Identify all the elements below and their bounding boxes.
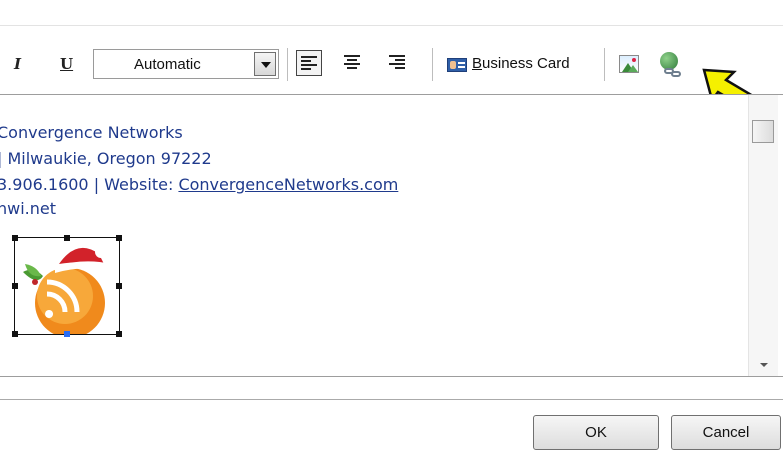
resize-handle[interactable] bbox=[116, 283, 122, 289]
resize-handle[interactable] bbox=[116, 331, 122, 337]
editor-scrollbar[interactable] bbox=[748, 95, 778, 376]
signature-line: nwi.net bbox=[0, 199, 57, 218]
resize-handle[interactable] bbox=[12, 235, 18, 241]
business-card-label: Business Card bbox=[472, 55, 570, 72]
signature-line: Convergence Networks bbox=[0, 123, 183, 142]
scroll-down-arrow-icon[interactable] bbox=[760, 363, 768, 367]
dropdown-arrow-button[interactable] bbox=[254, 52, 276, 76]
selected-signature-image[interactable] bbox=[12, 235, 122, 338]
chevron-down-icon bbox=[261, 62, 271, 68]
website-link[interactable]: ConvergenceNetworks.com bbox=[178, 175, 398, 194]
toolbar-separator bbox=[287, 48, 288, 81]
resize-handle[interactable] bbox=[116, 235, 122, 241]
italic-button[interactable]: I bbox=[14, 55, 21, 73]
business-card-icon bbox=[447, 58, 467, 72]
scrollbar-thumb[interactable] bbox=[752, 120, 774, 143]
align-right-button[interactable] bbox=[385, 50, 411, 76]
top-divider bbox=[0, 25, 783, 26]
resize-handle[interactable] bbox=[12, 331, 18, 337]
signature-line: 3.906.1600 | Website: ConvergenceNetwork… bbox=[0, 175, 399, 194]
ok-button[interactable]: OK bbox=[533, 415, 659, 450]
footer-divider bbox=[0, 399, 783, 400]
align-left-button[interactable] bbox=[296, 50, 322, 76]
toolbar-separator bbox=[604, 48, 605, 81]
cancel-button[interactable]: Cancel bbox=[671, 415, 781, 450]
business-card-button[interactable]: Business Card bbox=[443, 49, 593, 79]
rss-feed-icon bbox=[23, 246, 111, 338]
font-color-select[interactable]: Automatic bbox=[93, 49, 279, 79]
insert-picture-icon[interactable] bbox=[619, 55, 639, 73]
toolbar-separator bbox=[432, 48, 433, 81]
resize-handle[interactable] bbox=[64, 235, 70, 241]
insert-hyperlink-icon[interactable] bbox=[658, 52, 684, 78]
resize-handle[interactable] bbox=[64, 331, 70, 337]
resize-handle[interactable] bbox=[12, 283, 18, 289]
underline-button[interactable]: U bbox=[60, 55, 73, 73]
signature-line: | Milwaukie, Oregon 97222 bbox=[0, 149, 212, 168]
align-center-button[interactable] bbox=[340, 50, 366, 76]
font-color-value: Automatic bbox=[134, 56, 201, 73]
